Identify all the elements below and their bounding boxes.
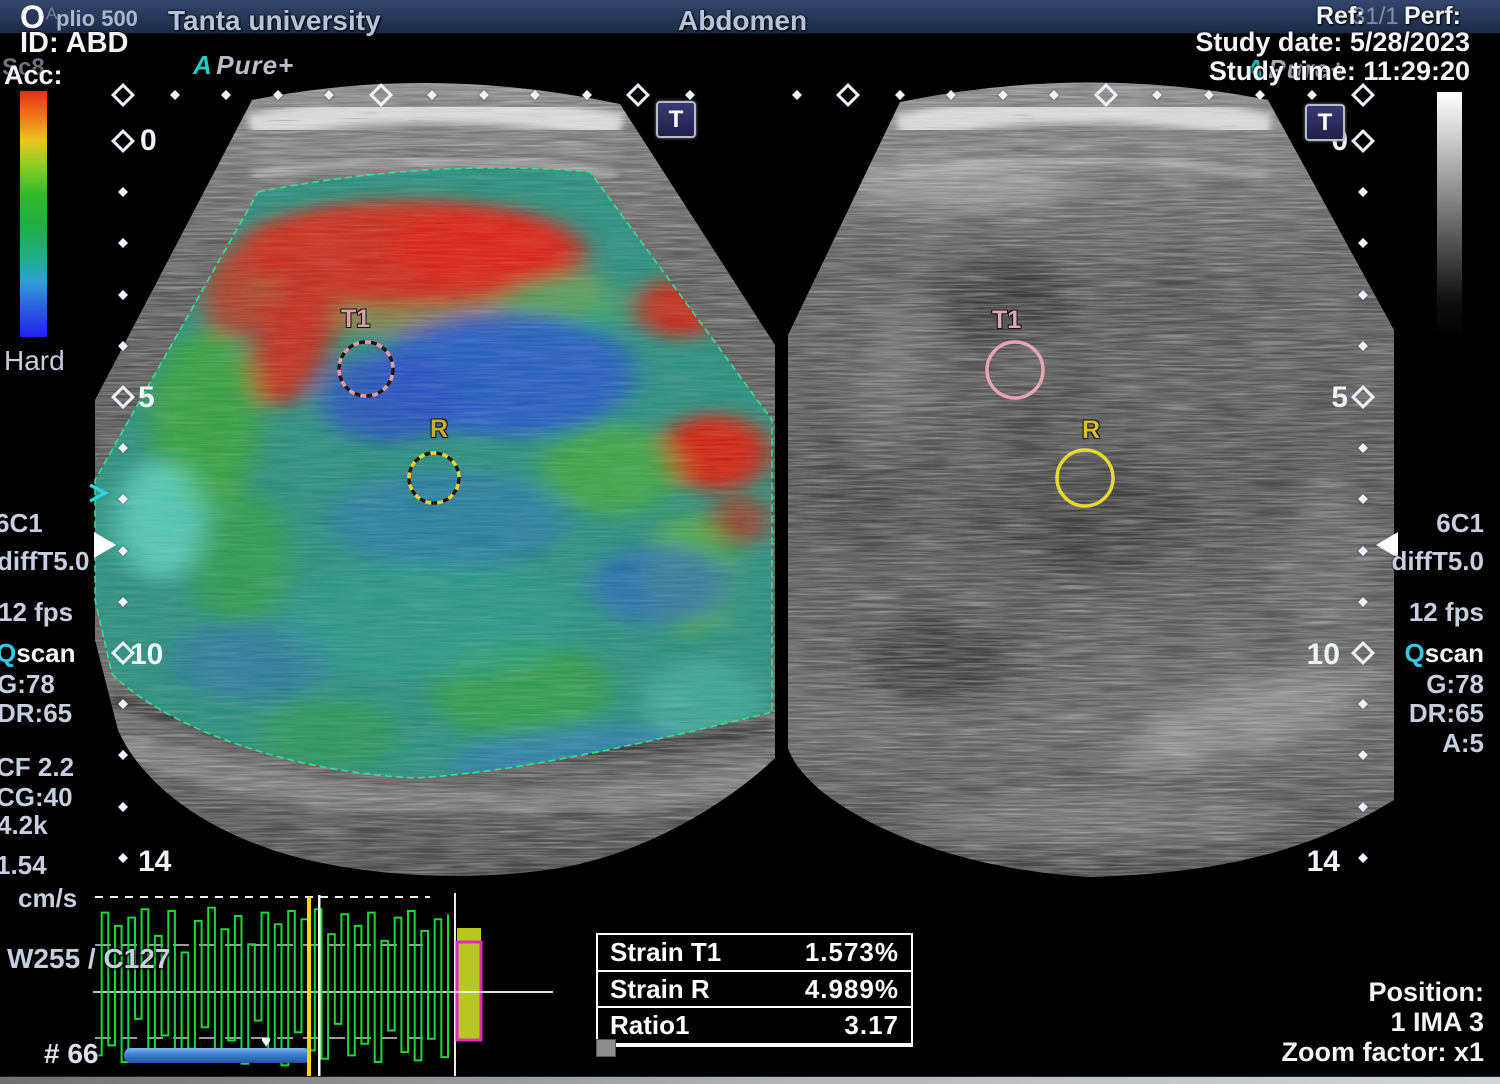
depth-label-10-right: 10: [1300, 640, 1340, 670]
hard-label: Hard: [4, 347, 65, 375]
study-date: Study date: 5/28/2023: [1150, 29, 1470, 56]
measurement-label: Ratio1: [610, 1010, 689, 1041]
measurement-row: Strain T1 1.573%: [598, 935, 911, 972]
qscan-left: Qscan: [0, 640, 76, 666]
dr-right: DR:65: [1280, 700, 1484, 726]
apure-a-icon: A: [193, 50, 212, 80]
depth-label-14-right: 14: [1300, 847, 1340, 877]
roi-label-r-right: R: [1082, 418, 1100, 443]
probe-right: 6C1: [1280, 510, 1484, 536]
cf-label: CF 2.2: [0, 754, 74, 780]
perf-label: Perf:: [1404, 4, 1461, 29]
depth-label-14-left: 14: [138, 847, 171, 877]
depth-label-0-left: 0: [140, 126, 157, 156]
depth-label-10-left: 10: [130, 640, 163, 670]
dr-left: DR:65: [0, 700, 72, 726]
zoom-factor: Zoom factor: x1: [1230, 1039, 1484, 1066]
fps-left: 12 fps: [0, 599, 73, 625]
acoustic-power: A:5: [1280, 730, 1484, 756]
frame-cursor-white: [318, 895, 321, 1077]
fps-right: 12 fps: [1280, 599, 1484, 625]
strain-indicator-top: [457, 928, 481, 942]
measurement-value: 4.989%: [805, 974, 899, 1005]
bottom-strip: [0, 1076, 1500, 1084]
probe-left: 6C1: [0, 510, 43, 536]
grayscale-bar: [1437, 92, 1462, 337]
depth-label-5-left: 5: [138, 383, 155, 413]
ultrasound-screen: O A plio 500 Tanta university Abdomen Re…: [0, 0, 1500, 1084]
measurement-panel[interactable]: Strain T1 1.573% Strain R 4.989% Ratio1 …: [596, 933, 913, 1047]
measurement-panel-handle[interactable]: [596, 1039, 616, 1057]
apure-logo-left: A Pure+: [193, 52, 294, 78]
cg-label: CG:40: [0, 784, 73, 810]
sweep-value: 1.54: [0, 852, 47, 878]
roi-label-t1-right: T1: [992, 308, 1021, 333]
gain-right: G:78: [1280, 671, 1484, 697]
orientation-marker-left: T: [656, 101, 696, 138]
cine-marker-icon: ♥: [261, 1033, 271, 1050]
bmode-image: [750, 60, 1410, 890]
measurement-label: Strain R: [610, 974, 710, 1005]
study-time: Study time: 11:29:20: [1150, 58, 1470, 85]
measurement-value: 1.573%: [805, 937, 899, 968]
institution-name: Tanta university: [168, 7, 381, 35]
acc-label: Acc:: [4, 62, 63, 89]
depth-label-5-right: 5: [1308, 383, 1348, 413]
frame-number: # 66: [44, 1040, 99, 1068]
strain-trace: [95, 908, 448, 1066]
measurement-value: 3.17: [844, 1010, 899, 1041]
ref-overlap-text: 31/1: [1352, 5, 1399, 29]
window-center-label: W255 / C127: [7, 945, 170, 973]
frame-cursor-yellow[interactable]: [307, 897, 311, 1084]
exam-preset-title: Abdomen: [678, 7, 807, 35]
roi-label-r-left: R: [430, 417, 448, 442]
roi-label-t1-left: T1: [341, 307, 370, 332]
cine-progress-bar[interactable]: [124, 1048, 311, 1063]
orientation-marker-right: T: [1305, 104, 1345, 141]
position-label: Position:: [1280, 979, 1484, 1006]
gain-left: G:78: [0, 671, 55, 697]
freq-label: 4.2k: [0, 812, 48, 838]
measurement-label: Strain T1: [610, 937, 721, 968]
preset-left: diffT5.0: [0, 548, 89, 574]
preset-right: diffT5.0: [1280, 548, 1484, 574]
elasto-colorbar: [20, 91, 47, 337]
strain-sweep-graph: [93, 893, 553, 1084]
position-value: 1 IMA 3: [1280, 1009, 1484, 1036]
strain-indicator-range[interactable]: [457, 942, 481, 1040]
image-scene: [0, 0, 1500, 1084]
sweep-unit: cm/s: [18, 885, 77, 911]
measurement-row: Strain R 4.989%: [598, 972, 911, 1009]
measurement-row: Ratio1 3.17: [598, 1008, 911, 1045]
